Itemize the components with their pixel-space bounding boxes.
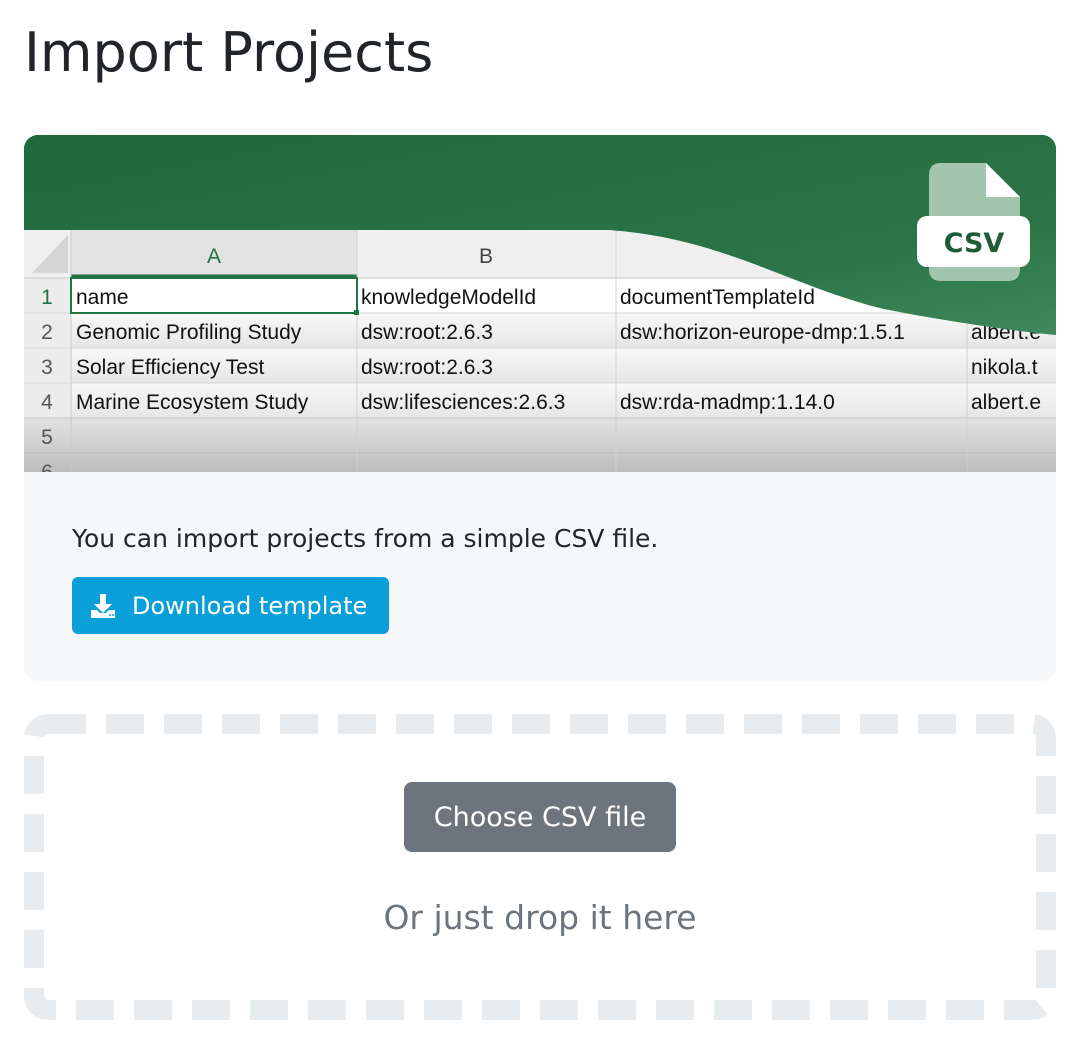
download-icon — [90, 593, 116, 619]
sheet-cell: Genomic Profiling Study — [76, 321, 302, 344]
sheet-cell: dsw:root:2.6.3 — [361, 321, 493, 344]
sheet-cell: name — [76, 286, 129, 309]
row-number: 6 — [41, 461, 53, 472]
download-template-label: Download template — [132, 591, 368, 620]
row-number: 3 — [41, 356, 53, 379]
import-info-text: You can import projects from a simple CS… — [72, 524, 659, 553]
column-header-b: B — [479, 245, 493, 268]
row-number: 1 — [41, 286, 53, 309]
download-template-button[interactable]: Download template — [72, 577, 389, 634]
drop-hint-text: Or just drop it here — [383, 898, 697, 937]
sheet-cell: dsw:root:2.6.3 — [361, 356, 493, 379]
row-number: 5 — [41, 426, 53, 449]
csv-illustration: A B 1 2 3 4 5 6 name knowledgeModelId do… — [24, 135, 1056, 472]
choose-csv-file-button[interactable]: Choose CSV file — [404, 782, 676, 852]
csv-dropzone[interactable]: Choose CSV file Or just drop it here — [24, 714, 1056, 1020]
row-number: 2 — [41, 321, 53, 344]
column-header-a: A — [207, 245, 221, 268]
sheet-cell: knowledgeModelId — [361, 286, 536, 309]
sheet-cell: Marine Ecosystem Study — [76, 391, 309, 414]
page-title: Import Projects — [24, 21, 434, 84]
sheet-cell: documentTemplateId — [620, 286, 815, 309]
sheet-cell: nikola.t — [971, 356, 1038, 379]
sheet-cell: dsw:lifesciences:2.6.3 — [361, 391, 565, 414]
sheet-cell: dsw:rda-madmp:1.14.0 — [620, 391, 835, 414]
sheet-cell: Solar Efficiency Test — [76, 356, 264, 379]
sheet-cell: dsw:horizon-europe-dmp:1.5.1 — [620, 321, 905, 344]
import-info-card: A B 1 2 3 4 5 6 name knowledgeModelId do… — [24, 135, 1056, 681]
row-number: 4 — [41, 391, 53, 414]
csv-badge-label: CSV — [944, 228, 1005, 259]
sheet-cell: albert.e — [971, 391, 1041, 414]
